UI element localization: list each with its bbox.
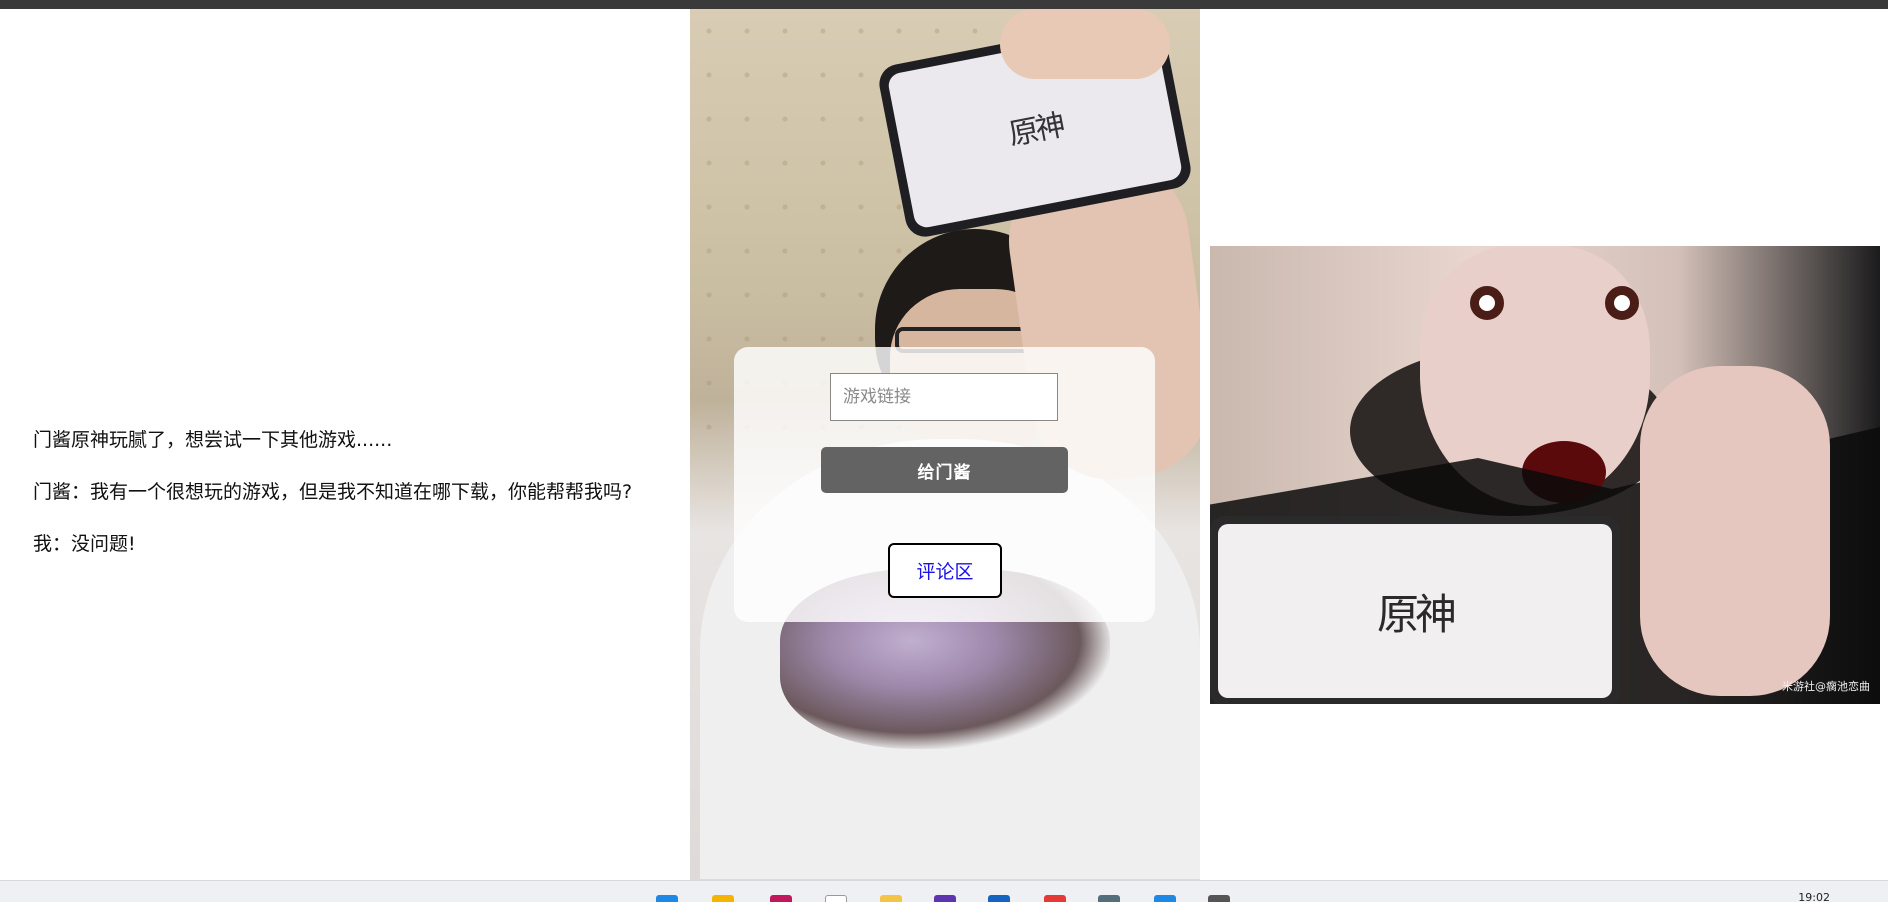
story-text: 门酱原神玩腻了，想尝试一下其他游戏...... 门酱：我有一个很想玩的游戏，但是… xyxy=(33,426,673,582)
app-icon[interactable] xyxy=(1098,895,1120,902)
clock[interactable]: 19:02 xyxy=(1798,891,1830,902)
meme-eye-left xyxy=(1470,286,1504,320)
browser-top-strip xyxy=(0,0,1888,9)
meme-phone-screen: 原神 xyxy=(1218,524,1612,698)
story-line-2: 门酱：我有一个很想玩的游戏，但是我不知道在哪下载，你能帮帮我吗? xyxy=(33,481,633,503)
comment-section-button[interactable]: 评论区 xyxy=(888,543,1002,598)
browser-icon[interactable] xyxy=(770,895,792,902)
send-to-menjiang-button[interactable]: 给门酱 xyxy=(821,447,1068,493)
app-icon[interactable] xyxy=(825,895,847,902)
thumbs-up-hand xyxy=(1640,366,1830,696)
fingers xyxy=(1000,9,1170,79)
genshin-logo: 原神 xyxy=(1005,107,1066,153)
terminal-icon[interactable] xyxy=(1208,895,1230,902)
meme-phone: 原神 xyxy=(1210,516,1620,704)
store-icon[interactable] xyxy=(988,895,1010,902)
genshin-logo-large: 原神 xyxy=(1376,589,1457,639)
chrome-icon[interactable] xyxy=(1044,895,1066,902)
meme-photo-thumbs-up: 原神 米游社@瘸池恋曲 xyxy=(1210,246,1880,704)
taskbar: 19:02 xyxy=(0,880,1888,902)
watermark-text: 米游社@瘸池恋曲 xyxy=(1782,680,1870,693)
game-link-input[interactable] xyxy=(830,373,1058,421)
meme-eye-right xyxy=(1605,286,1639,320)
link-form-card: 给门酱 评论区 xyxy=(734,347,1155,622)
windows-start-icon[interactable] xyxy=(656,895,678,902)
folder-icon[interactable] xyxy=(880,895,902,902)
vscode-icon[interactable] xyxy=(1154,895,1176,902)
file-explorer-icon[interactable] xyxy=(712,895,734,902)
story-line-3: 我：没问题! xyxy=(33,533,136,555)
editor-icon[interactable] xyxy=(934,895,956,902)
story-line-1: 门酱原神玩腻了，想尝试一下其他游戏...... xyxy=(33,429,393,451)
